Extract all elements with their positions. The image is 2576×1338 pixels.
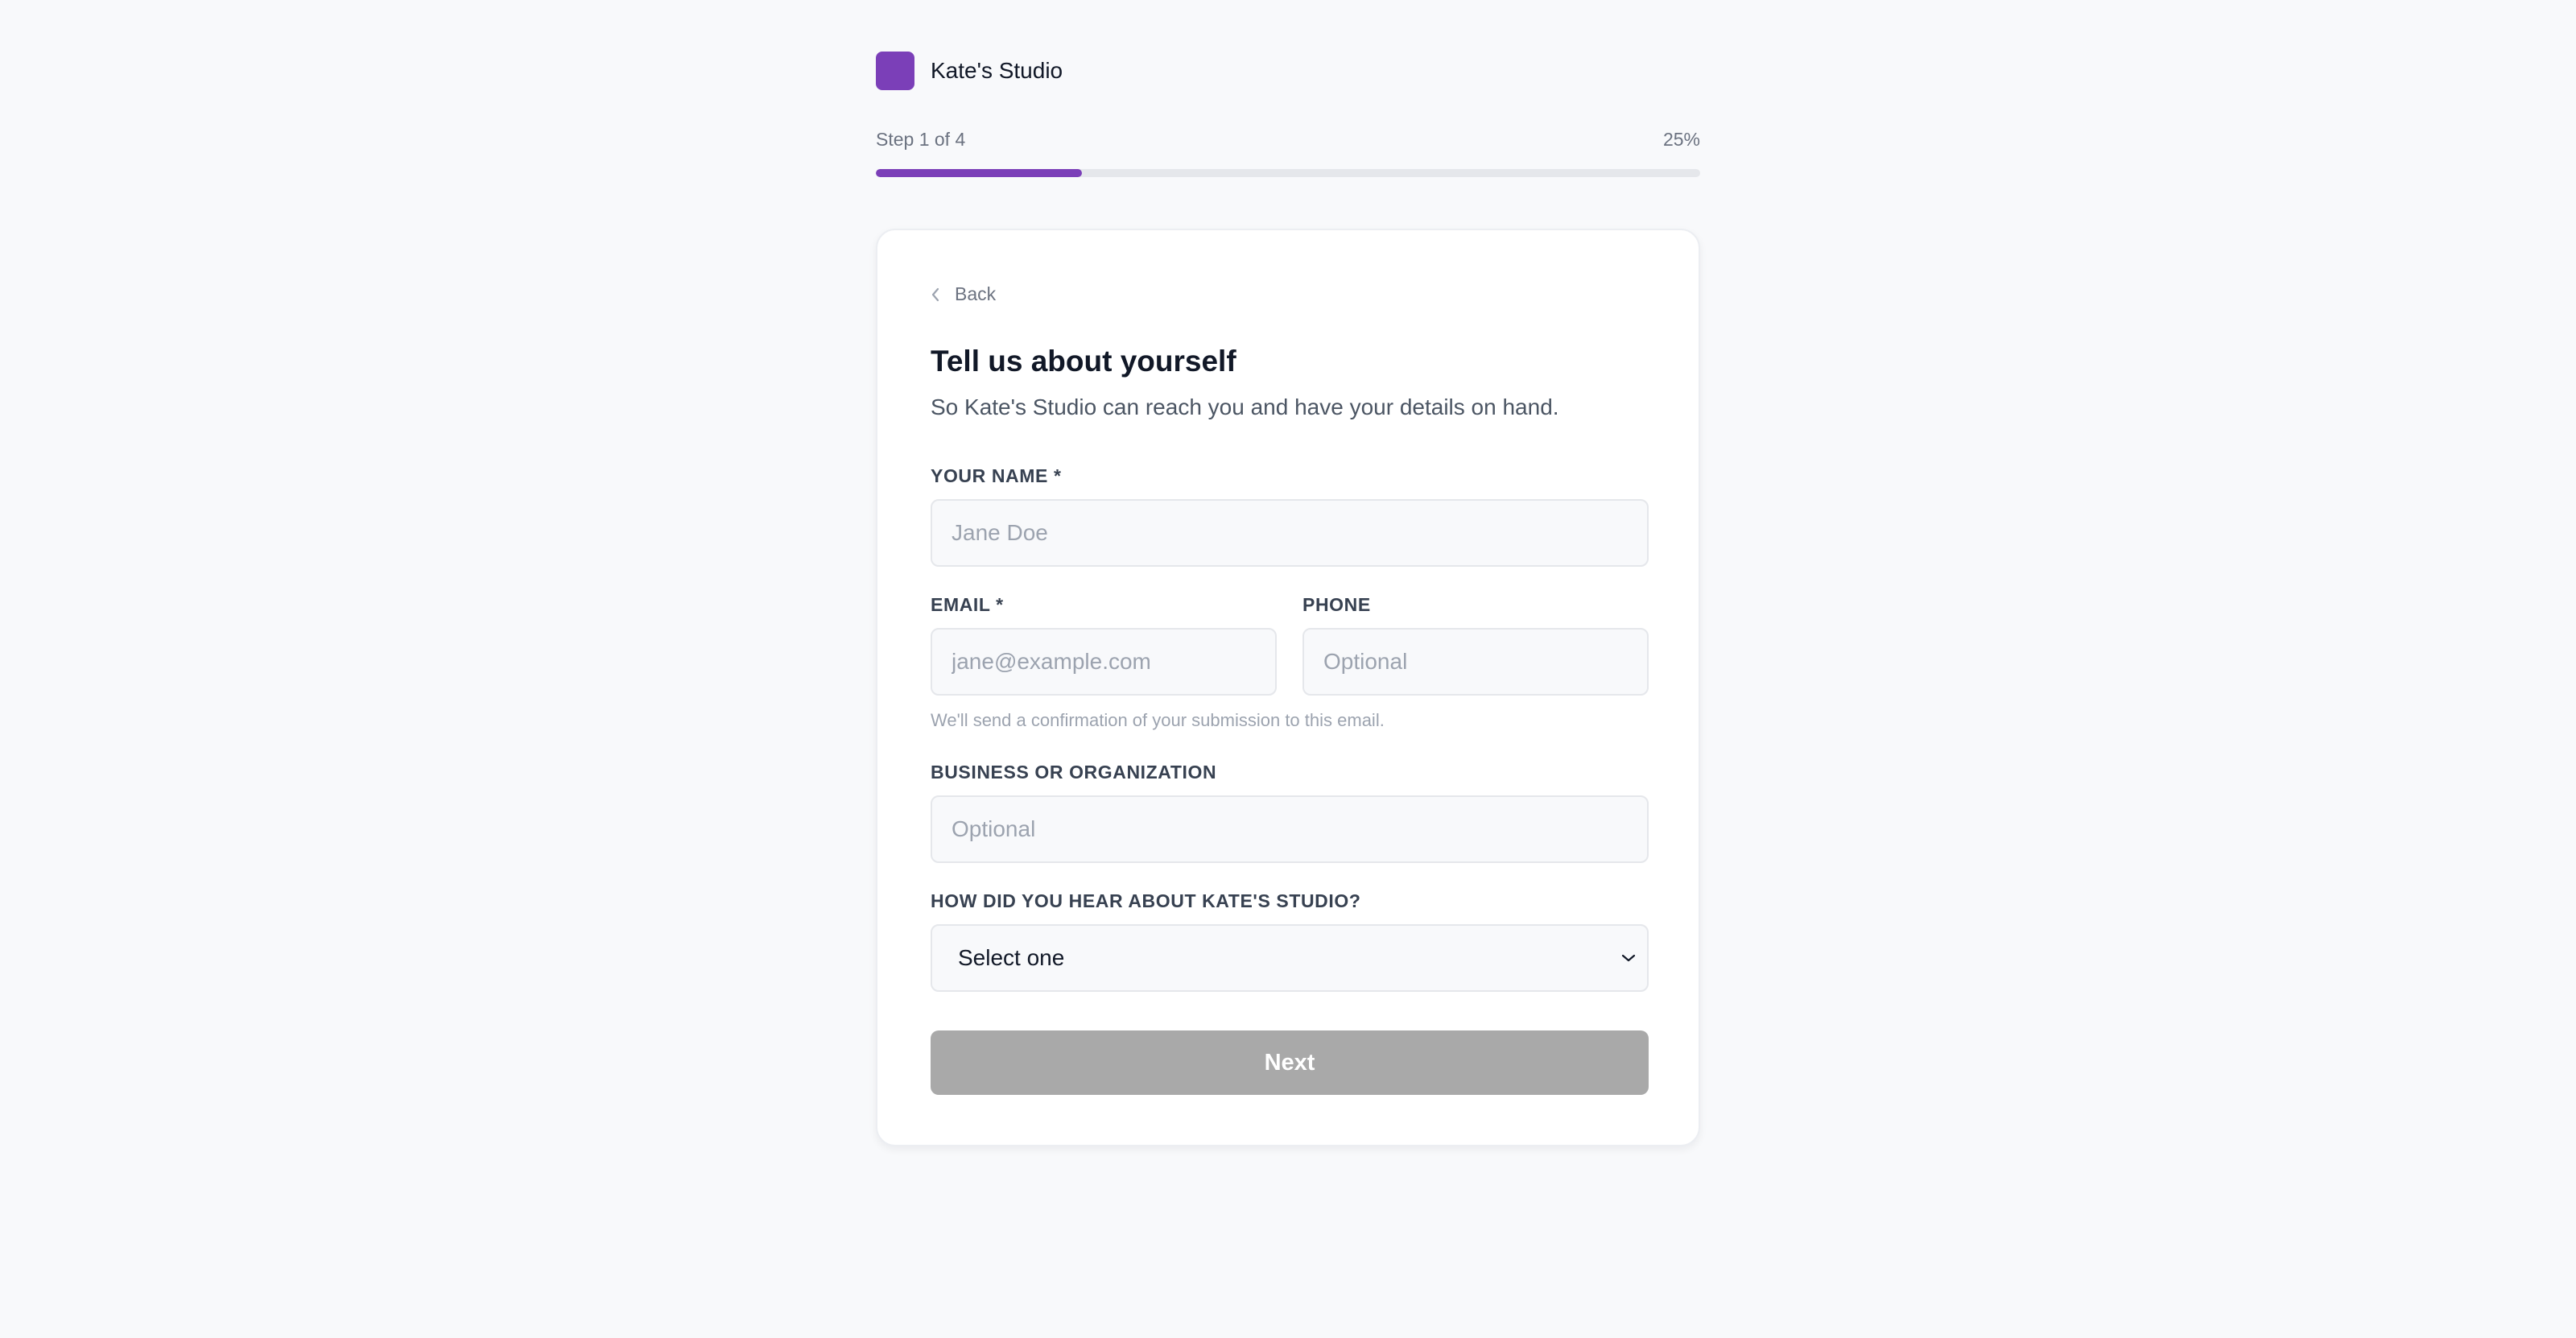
email-hint: We'll send a confirmation of your submis… (931, 710, 1385, 730)
next-button[interactable]: Next (931, 1030, 1649, 1095)
back-button[interactable]: Back (931, 283, 996, 305)
name-input[interactable] (931, 499, 1649, 567)
progress-bar (876, 169, 1700, 177)
progress-labels: Step 1 of 4 25% (876, 129, 1700, 151)
brand-name: Kate's Studio (931, 58, 1063, 83)
phone-input[interactable] (1302, 628, 1649, 696)
form-card: Back Tell us about yourself So Kate's St… (876, 229, 1700, 1146)
referral-selected-value: Select one (958, 945, 1065, 970)
chevron-left-icon (931, 287, 939, 301)
form-subtitle: So Kate's Studio can reach you and have … (931, 394, 1559, 419)
name-label: YOUR NAME * (931, 465, 1062, 486)
progress-bar-fill (876, 169, 1082, 177)
brand-logo (876, 52, 914, 90)
step-indicator: Step 1 of 4 (876, 129, 966, 150)
business-label: BUSINESS OR ORGANIZATION (931, 762, 1217, 783)
email-label: EMAIL * (931, 594, 1004, 615)
referral-label: HOW DID YOU HEAR ABOUT KATE'S STUDIO? (931, 890, 1361, 911)
back-label: Back (955, 283, 997, 304)
email-input[interactable] (931, 628, 1277, 696)
chevron-down-icon (1621, 954, 1636, 962)
form-title: Tell us about yourself (931, 345, 1236, 378)
progress-percent: 25% (1662, 129, 1700, 150)
brand-header: Kate's Studio (876, 52, 1063, 90)
phone-label: PHONE (1302, 594, 1371, 615)
business-input[interactable] (931, 795, 1649, 863)
referral-select[interactable]: Select one (931, 924, 1649, 992)
